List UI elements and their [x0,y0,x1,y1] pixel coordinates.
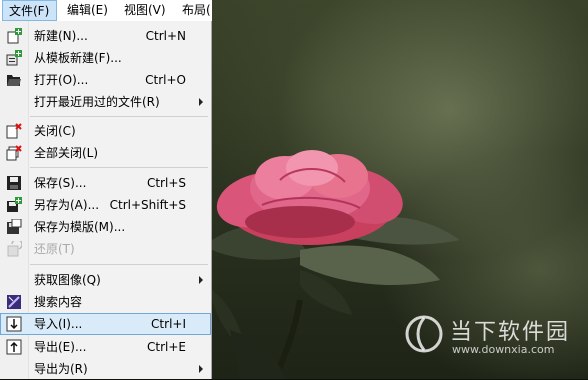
new-file-icon [6,28,22,44]
search-content-icon [6,294,22,310]
watermark-logo-icon [405,315,443,353]
menu-item-shortcut: Ctrl+I [151,317,186,331]
export-icon [6,339,22,355]
close-document-icon [6,123,22,139]
menu-item-shortcut: Ctrl+S [146,176,186,190]
menu-edit[interactable]: 编辑(E) [61,0,114,21]
menu-item-label: 导出(E)... [34,340,87,354]
menu-item-import[interactable]: 导入(I)... Ctrl+I [0,313,211,335]
menu-item-revert[interactable]: 还原(T) [0,238,211,260]
menu-item-open-recent[interactable]: 打开最近用过的文件(R) [0,91,211,113]
menu-file[interactable]: 文件(F) [2,0,57,21]
menu-item-export-as[interactable]: 导出为(R) [0,358,211,380]
save-as-template-icon [6,218,22,235]
submenu-arrow-icon [199,98,203,106]
menu-item-save[interactable]: 保存(S)... Ctrl+S [0,172,211,194]
menu-separator [30,167,208,168]
menu-item-label: 保存为模版(M)... [34,220,126,234]
menu-item-export[interactable]: 导出(E)... Ctrl+E [0,336,211,358]
menu-item-shortcut: Ctrl+N [145,29,186,43]
menu-item-label: 打开(O)... [34,73,89,87]
menu-item-label: 另存为(A)... [34,198,100,212]
menu-item-label: 新建(N)... [34,29,88,43]
file-menu-dropdown: 新建(N)... Ctrl+N 从模板新建(F)... 打开(O)... Ctr… [0,21,212,379]
menu-view-label: 视图(V) [124,3,166,17]
menu-item-shortcut: Ctrl+O [145,73,186,87]
menu-item-close-all[interactable]: 全部关闭(L) [0,142,211,164]
menu-item-label: 从模板新建(F)... [34,51,122,65]
menu-layout-label: 布局( [182,3,211,17]
menu-edit-label: 编辑(E) [67,3,108,17]
submenu-arrow-icon [199,365,203,373]
menu-item-label: 关闭(C) [34,124,76,138]
menu-item-shortcut: Ctrl+Shift+S [109,198,186,212]
menu-item-label: 导入(I)... [34,317,83,331]
menu-item-acquire-image[interactable]: 获取图像(Q) [0,269,211,291]
menu-item-label: 导出为(R) [34,362,88,376]
menu-item-close[interactable]: 关闭(C) [0,120,211,142]
new-from-template-icon [6,50,22,66]
menu-file-label: 文件(F) [9,4,50,18]
menu-item-label: 打开最近用过的文件(R) [34,95,160,109]
import-icon [6,316,22,332]
menu-item-shortcut: Ctrl+E [147,340,186,354]
save-as-icon [6,197,22,213]
menu-item-new-from-template[interactable]: 从模板新建(F)... [0,47,211,69]
menu-item-label: 全部关闭(L) [34,146,99,160]
watermark-brand: 当下软件园 [450,320,571,345]
open-folder-icon [6,72,22,88]
watermark-url: www.downxia.com [452,343,555,356]
menu-separator [30,264,208,265]
watermark: 当下软件园 www.downxia.com [404,312,584,372]
close-all-icon [6,145,22,161]
menu-item-new[interactable]: 新建(N)... Ctrl+N [0,25,211,47]
menu-bar: 文件(F) 编辑(E) 视图(V) 布局( [0,0,212,22]
menu-item-search-content[interactable]: 搜索内容 [0,291,211,313]
menu-item-open[interactable]: 打开(O)... Ctrl+O [0,69,211,91]
submenu-arrow-icon [199,276,203,284]
menu-item-save-as[interactable]: 另存为(A)... Ctrl+Shift+S [0,194,211,216]
menu-item-label: 还原(T) [34,242,75,256]
menu-item-label: 保存(S)... [34,176,87,190]
menu-item-label: 搜索内容 [34,295,83,309]
save-icon [6,175,22,191]
menu-separator [30,116,208,117]
menu-item-label: 获取图像(Q) [34,273,101,287]
menu-layout[interactable]: 布局( [176,0,217,21]
menu-item-save-as-template[interactable]: 保存为模版(M)... [0,216,211,238]
revert-icon [6,238,23,257]
menu-view[interactable]: 视图(V) [118,0,172,21]
